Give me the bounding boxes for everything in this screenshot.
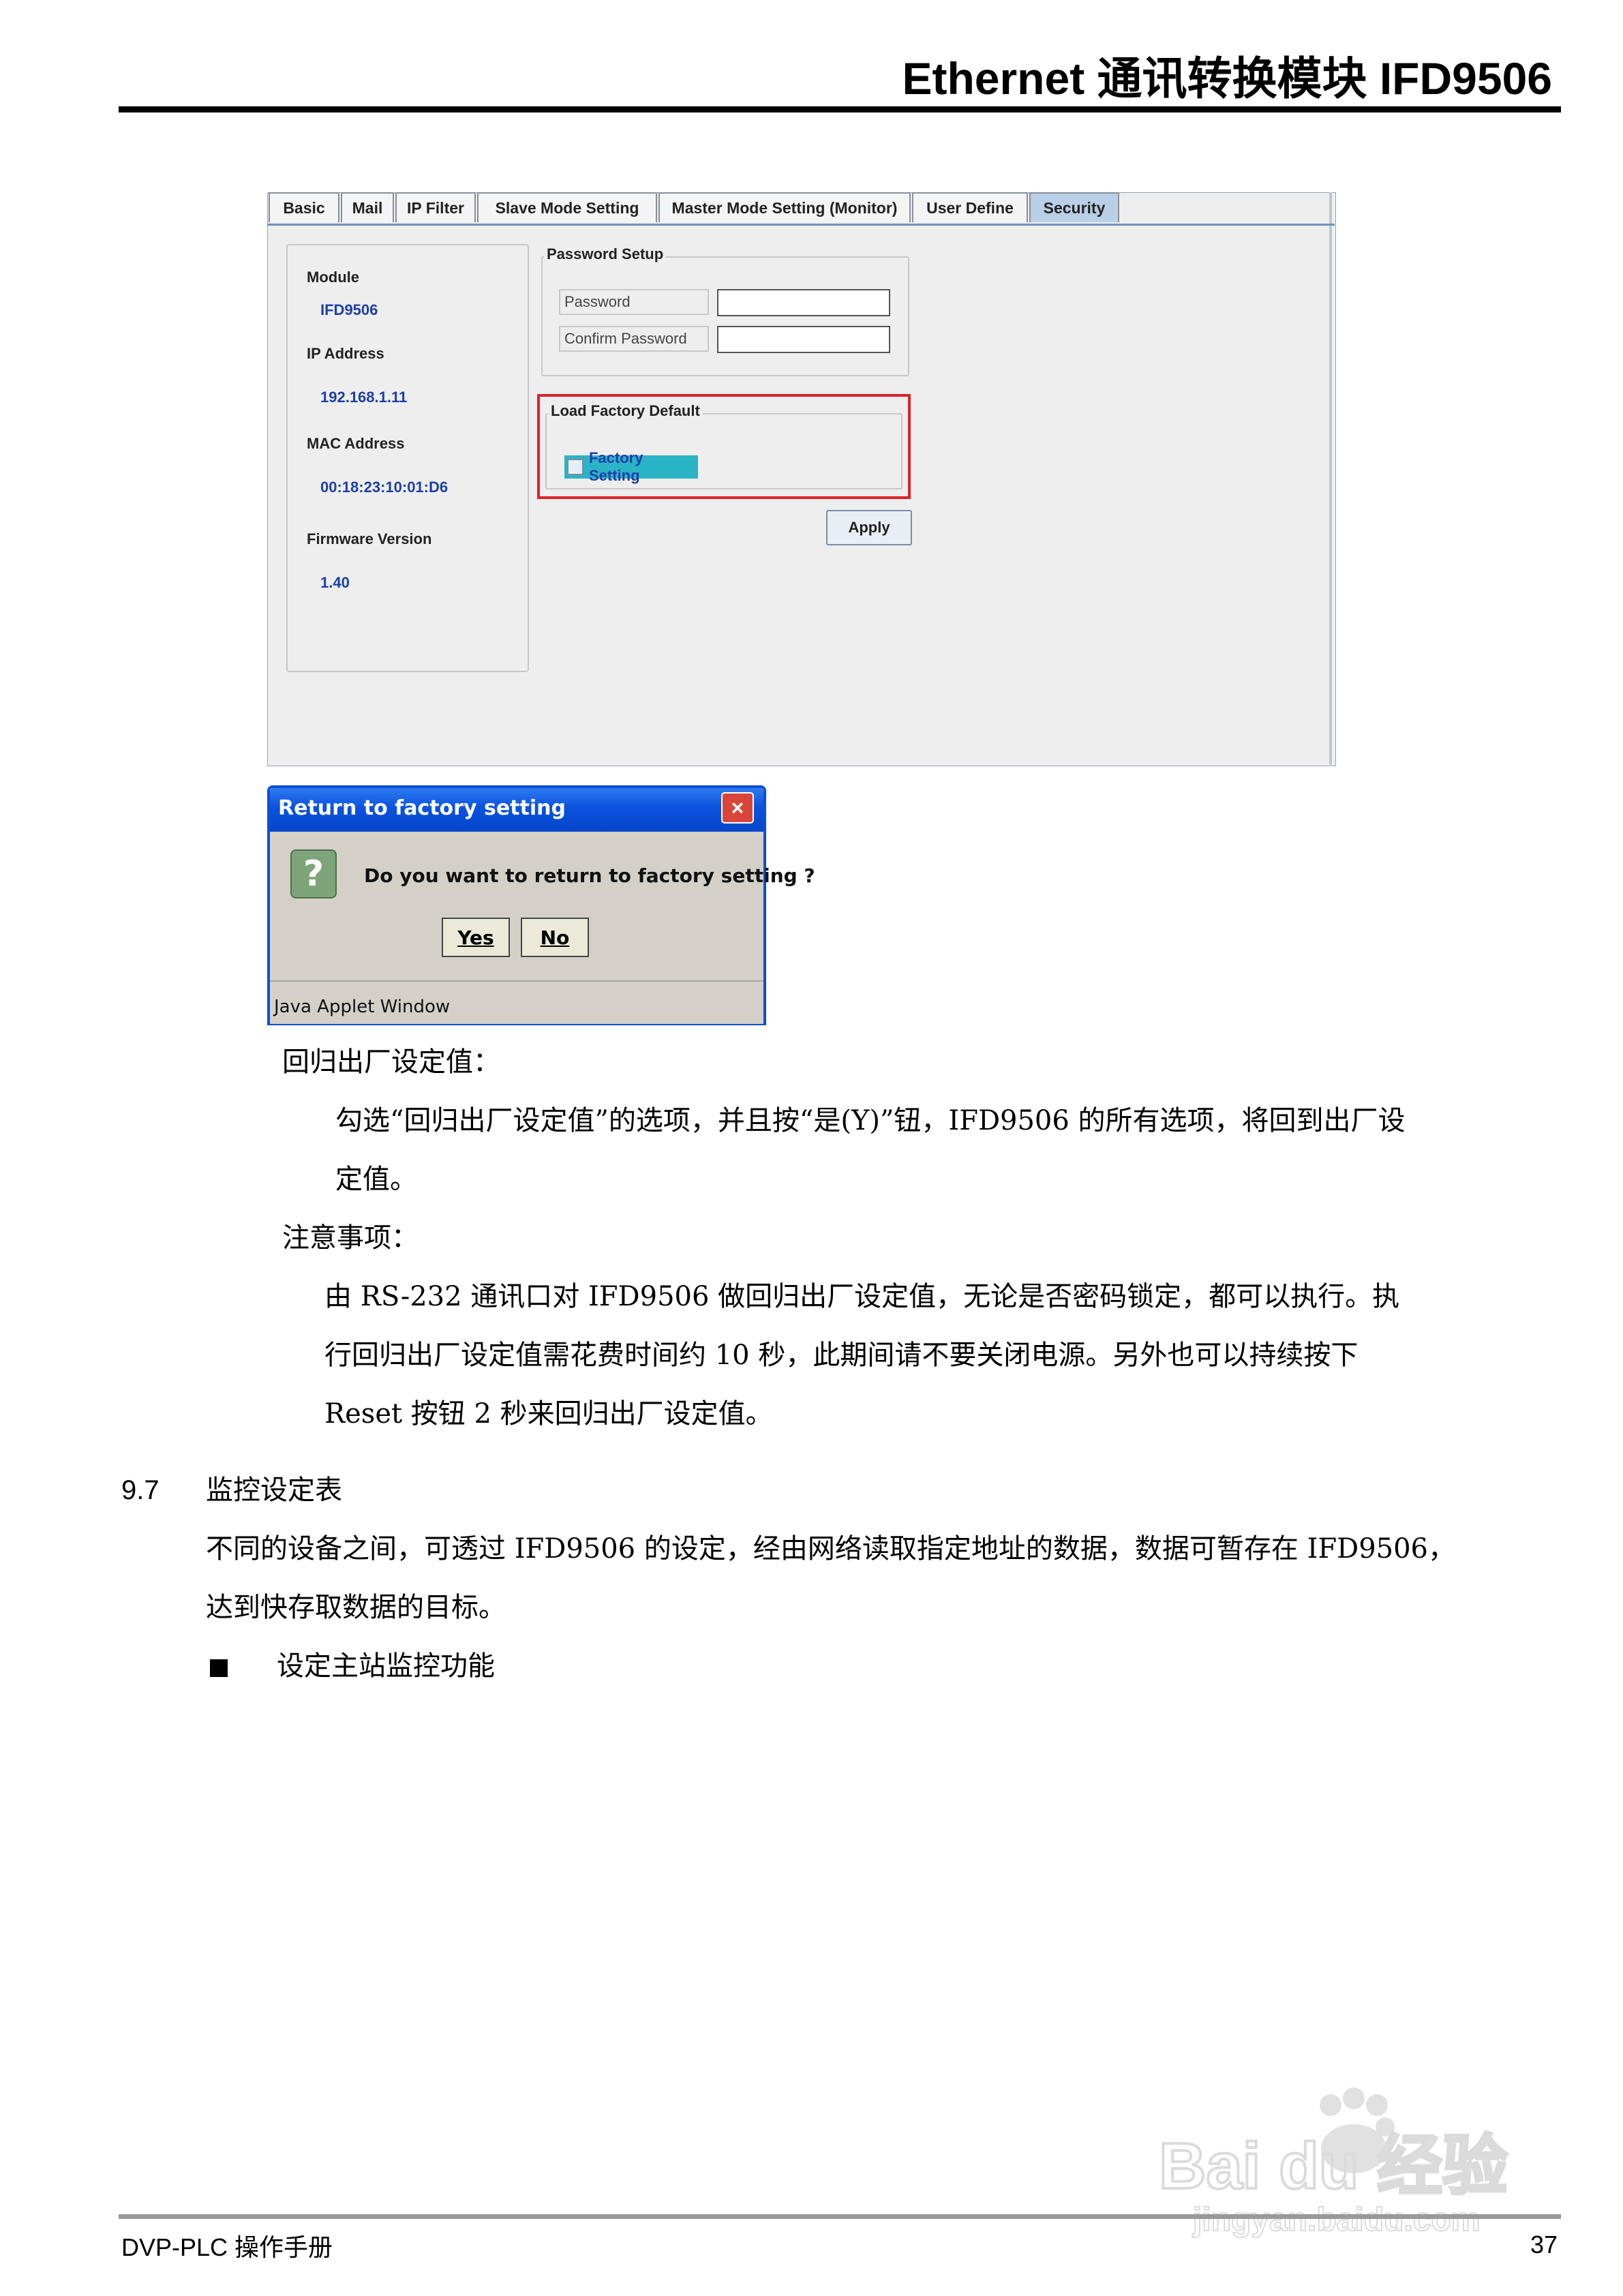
dialog-message: Do you want to return to factory setting…: [364, 864, 815, 887]
firmware-version-label: Firmware Version: [307, 530, 432, 547]
checkbox-icon: [567, 459, 583, 475]
watermark-brand: Bai du 经验: [1159, 2130, 1508, 2203]
password-setup-group: [541, 256, 909, 376]
factory-default-legend: Load Factory Default: [548, 402, 703, 420]
factory-setting-checkbox[interactable]: Factory Setting: [564, 449, 698, 484]
password-label: Password: [559, 289, 709, 315]
question-icon: ?: [290, 849, 337, 898]
paragraph-1-line-2: 定值。: [335, 1164, 417, 1195]
heading-notes: 注意事项：: [282, 1222, 419, 1254]
module-label: Module: [307, 269, 359, 286]
firmware-version-value: 1.40: [320, 574, 350, 591]
tab-bar: Basic Mail IP Filter Slave Mode Setting …: [267, 192, 1335, 225]
dialog-footer-text: Java Applet Window: [274, 997, 451, 1017]
paragraph-2-line-1: 由 RS-232 通讯口对 IFD9506 做回归出厂设定值，无论是否密码锁定，…: [324, 1281, 1400, 1312]
tab-mail[interactable]: Mail: [341, 192, 394, 222]
tab-underline: [267, 224, 1335, 226]
section-title: 监控设定表: [206, 1475, 342, 1506]
bullet-square-icon: [210, 1659, 228, 1677]
tab-basic[interactable]: Basic: [269, 192, 339, 222]
paragraph-2-line-3: Reset 按钮 2 秒来回归出厂设定值。: [324, 1398, 773, 1430]
paragraph-2-line-2: 行回归出厂设定值需花费时间约 10 秒，此期间请不要关闭电源。另外也可以持续按下: [324, 1340, 1359, 1371]
close-icon[interactable]: ×: [721, 792, 754, 824]
ip-address-label: IP Address: [307, 345, 384, 362]
header-rule: [119, 106, 1561, 112]
confirm-password-label: Confirm Password: [559, 326, 709, 352]
tab-ip-filter[interactable]: IP Filter: [395, 192, 476, 222]
paragraph-3-line-1: 不同的设备之间，可透过 IFD9506 的设定，经由网络读取指定地址的数据，数据…: [206, 1533, 1455, 1565]
footer-manual-title: DVP-PLC 操作手册: [121, 2233, 333, 2261]
mac-address-label: MAC Address: [307, 435, 405, 452]
heading-factory-reset: 回归出厂设定值：: [282, 1046, 500, 1078]
apply-button[interactable]: Apply: [826, 510, 912, 545]
module-value: IFD9506: [320, 301, 378, 318]
mac-address-value: 00:18:23:10:01:D6: [320, 479, 449, 496]
paragraph-3-line-2: 达到快存取数据的目标。: [206, 1592, 506, 1623]
ip-address-value: 192.168.1.11: [320, 389, 408, 406]
password-setup-legend: Password Setup: [544, 245, 667, 263]
tab-user-define[interactable]: User Define: [912, 192, 1028, 222]
confirm-password-input[interactable]: [717, 326, 890, 353]
bullet-item: 设定主站监控功能: [277, 1650, 495, 1682]
factory-setting-label: Factory Setting: [588, 449, 643, 484]
footer-rule: [119, 2214, 1561, 2219]
yes-button[interactable]: Yes: [442, 918, 510, 957]
tab-slave-mode-setting[interactable]: Slave Mode Setting: [477, 192, 657, 222]
password-input[interactable]: [717, 289, 890, 316]
no-button[interactable]: No: [521, 918, 589, 957]
tab-security[interactable]: Security: [1029, 192, 1119, 222]
watermark-url: jingyan.baidu.com: [1192, 2202, 1480, 2238]
page-header-title: Ethernet 通讯转换模块 IFD9506: [902, 53, 1552, 104]
dialog-title: Return to factory setting: [278, 796, 566, 820]
tab-master-mode-setting[interactable]: Master Mode Setting (Monitor): [658, 192, 911, 222]
panel-edge: [1329, 192, 1332, 765]
paragraph-1-line-1: 勾选“回归出厂设定值”的选项，并且按“是(Y)”钮，IFD9506 的所有选项，…: [335, 1105, 1406, 1136]
page-number: 37: [1530, 2231, 1558, 2259]
section-number: 9.7: [121, 1475, 160, 1505]
